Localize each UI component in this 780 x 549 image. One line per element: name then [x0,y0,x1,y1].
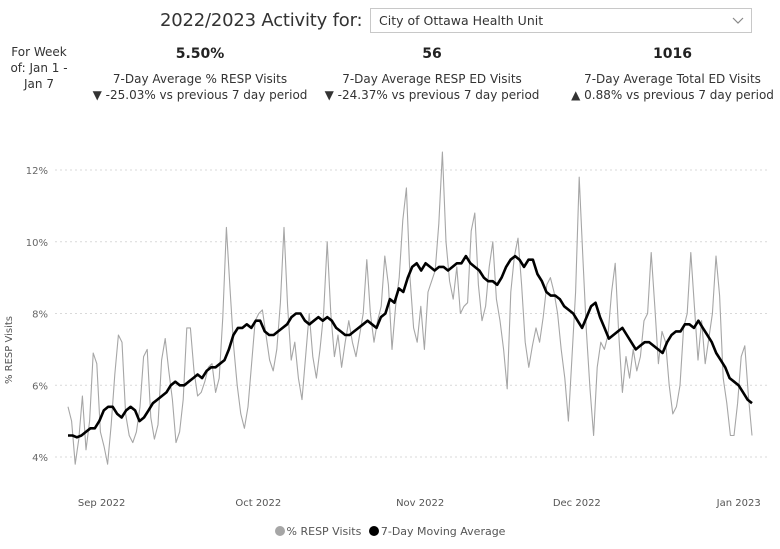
legend-item-average[interactable]: 7-Day Moving Average [368,525,506,538]
x-tick-label: Nov 2022 [396,498,444,509]
series-lines [67,151,753,465]
legend-label: % RESP Visits [286,525,362,538]
kpi-change-text: 0.88% vs previous 7 day period [584,88,774,102]
dropdown-value: City of Ottawa Health Unit [379,13,544,28]
x-tick-label: Dec 2022 [553,498,601,509]
series-line-resp-visits [67,151,753,465]
x-tick-label: Jan 2023 [716,498,761,509]
kpi-resp-percent: 5.50% 7-Day Average % RESP Visits ▼ -25.… [90,46,310,103]
triangle-down-icon: ▼ [92,88,102,102]
x-tick-label: Sep 2022 [78,498,125,509]
y-tick-label: 8% [32,310,48,321]
legend-label: 7-Day Moving Average [380,525,506,538]
page-title: 2022/2023 Activity for: [160,10,363,31]
kpi-change: ▼ -24.37% vs previous 7 day period [322,87,542,103]
triangle-up-icon: ▲ [571,88,581,102]
legend-dot-gray-icon [274,526,285,536]
y-tick-label: 12% [26,166,48,177]
kpi-change-text: -25.03% vs previous 7 day period [105,88,308,102]
resp-visits-chart: 4% 6% 8% 10% 12% % RESP Visits Sep 2022 Oct 2… [4,151,770,509]
health-unit-dropdown[interactable]: City of Ottawa Health Unit [370,8,752,33]
kpi-label: 7-Day Average % RESP Visits [112,72,288,86]
chart-legend: % RESP Visits 7-Day Moving Average [0,525,780,538]
kpi-change-text: -24.37% vs previous 7 day period [337,88,540,102]
week-label: For Week of: Jan 1 - Jan 7 [10,45,68,91]
y-tick-label: 4% [32,453,48,464]
legend-dot-black-icon [368,526,379,536]
legend-item-raw[interactable]: % RESP Visits [274,525,362,538]
y-tick-label: 6% [32,381,48,392]
y-tick-label: 10% [26,238,48,249]
chevron-down-icon [732,17,744,24]
kpi-label: 7-Day Average RESP ED Visits [342,72,522,86]
y-axis-label: % RESP Visits [4,316,15,384]
kpi-total-ed-visits: 1016 7-Day Average Total ED Visits ▲ 0.8… [570,46,775,103]
triangle-down-icon: ▼ [324,88,334,102]
kpi-value: 56 [422,46,442,62]
y-axis-ticks: 4% 6% 8% 10% 12% [26,166,48,464]
kpi-change: ▲ 0.88% vs previous 7 day period [570,87,775,103]
kpi-value: 5.50% [175,46,225,62]
kpi-label: 7-Day Average Total ED Visits [584,72,761,86]
kpi-resp-ed-visits: 56 7-Day Average RESP ED Visits ▼ -24.37… [322,46,542,103]
x-axis-ticks: Sep 2022 Oct 2022 Nov 2022 Dec 2022 Jan 2023 [78,498,761,509]
kpi-change: ▼ -25.03% vs previous 7 day period [90,87,310,103]
kpi-value: 1016 [653,46,692,62]
x-tick-label: Oct 2022 [235,498,281,509]
